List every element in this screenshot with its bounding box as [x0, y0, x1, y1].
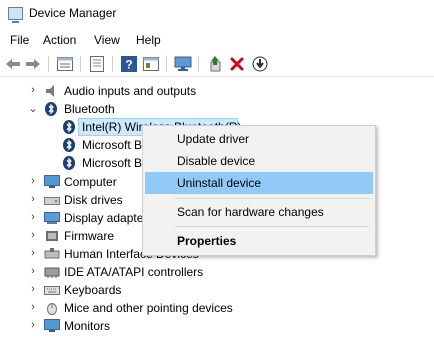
- toolbar-separator: [112, 56, 113, 72]
- menu-item-label: Disable device: [177, 154, 256, 168]
- console-icon[interactable]: [142, 55, 160, 73]
- title-bar: Device Manager: [0, 0, 434, 28]
- bluetooth-icon: [44, 102, 60, 116]
- chevron-right-icon[interactable]: ›: [28, 211, 38, 223]
- update-driver-icon[interactable]: [206, 55, 224, 73]
- menu-view[interactable]: View: [94, 33, 120, 47]
- chevron-right-icon[interactable]: ›: [28, 175, 38, 187]
- menu-update-driver[interactable]: Update driver: [145, 128, 373, 150]
- document-icon[interactable]: [88, 55, 106, 73]
- disk-drive-icon: [44, 193, 60, 207]
- bluetooth-icon: [62, 138, 78, 152]
- chevron-down-icon[interactable]: ⌄: [28, 102, 38, 115]
- tree-item-label: Bluetooth: [64, 102, 115, 116]
- chevron-right-icon[interactable]: ›: [28, 283, 38, 295]
- menu-item-label: Update driver: [177, 132, 250, 146]
- chevron-right-icon[interactable]: ›: [28, 265, 38, 277]
- context-menu: Update driver Disable device Uninstall d…: [142, 125, 376, 256]
- chevron-right-icon[interactable]: ›: [28, 84, 38, 96]
- device-manager-icon: [8, 7, 23, 23]
- chevron-right-icon[interactable]: ›: [28, 229, 38, 241]
- properties-icon[interactable]: [56, 55, 74, 73]
- chevron-right-icon[interactable]: ›: [28, 193, 38, 205]
- menu-item-label: Properties: [177, 234, 237, 248]
- tree-item-keyboards[interactable]: › Keyboards: [0, 281, 434, 299]
- bluetooth-icon: [62, 156, 78, 170]
- firmware-icon: [44, 229, 60, 243]
- menu-separator: [175, 226, 369, 227]
- toolbar: ?: [0, 52, 434, 77]
- menu-item-label: Scan for hardware changes: [177, 205, 324, 219]
- tree-item-label: Disk drives: [64, 193, 123, 207]
- tree-item-label: Display adapters: [64, 211, 154, 225]
- tree-item-ide[interactable]: › IDE ATA/ATAPI controllers: [0, 263, 434, 281]
- tree-item-audio[interactable]: › Audio inputs and outputs: [0, 82, 434, 100]
- tree-item-label: IDE ATA/ATAPI controllers: [64, 265, 204, 279]
- display-adapter-icon: [44, 211, 60, 225]
- window-title: Device Manager: [29, 6, 117, 20]
- menu-scan-hardware[interactable]: Scan for hardware changes: [145, 201, 373, 223]
- speaker-icon: [44, 84, 60, 98]
- menu-action[interactable]: Action: [43, 33, 76, 47]
- uninstall-x-icon[interactable]: [228, 55, 246, 73]
- menu-disable-device[interactable]: Disable device: [145, 150, 373, 172]
- chevron-right-icon[interactable]: ›: [28, 319, 38, 331]
- computer-icon: [44, 175, 60, 189]
- tree-item-label: Computer: [64, 175, 117, 189]
- bluetooth-icon: [62, 120, 78, 134]
- monitor-icon: [44, 319, 60, 333]
- download-arrow-icon[interactable]: [251, 55, 269, 73]
- tree-item-label: Audio inputs and outputs: [64, 84, 197, 98]
- tree-item-label: Firmware: [64, 229, 114, 243]
- keyboard-icon: [44, 283, 60, 297]
- ide-controller-icon: [44, 265, 60, 279]
- toolbar-separator: [48, 56, 49, 72]
- mouse-icon: [44, 301, 60, 315]
- chevron-right-icon[interactable]: ›: [28, 247, 38, 259]
- forward-arrow-icon[interactable]: [24, 55, 42, 73]
- menu-bar: File Action View Help: [0, 30, 434, 50]
- tree-item-label: Monitors: [64, 319, 111, 333]
- menu-properties[interactable]: Properties: [145, 230, 373, 252]
- toolbar-separator: [198, 56, 199, 72]
- tree-item-bluetooth[interactable]: ⌄ Bluetooth: [0, 100, 434, 118]
- menu-file[interactable]: File: [10, 33, 29, 47]
- tree-item-label: Mice and other pointing devices: [64, 301, 233, 315]
- tree-item-monitors[interactable]: › Monitors: [0, 317, 434, 335]
- help-icon[interactable]: ?: [120, 55, 138, 73]
- menu-separator: [175, 198, 369, 199]
- menu-item-label: Uninstall device: [177, 176, 262, 190]
- menu-uninstall-device[interactable]: Uninstall device: [145, 172, 373, 194]
- menu-help[interactable]: Help: [136, 33, 161, 47]
- toolbar-separator: [166, 56, 167, 72]
- back-arrow-icon[interactable]: [4, 55, 22, 73]
- svg-text:?: ?: [125, 58, 132, 72]
- tree-item-mice[interactable]: › Mice and other pointing devices: [0, 299, 434, 317]
- chevron-right-icon[interactable]: ›: [28, 301, 38, 313]
- toolbar-separator: [80, 56, 81, 72]
- tree-item-label: Keyboards: [64, 283, 122, 297]
- monitor-icon[interactable]: [174, 55, 192, 73]
- hid-icon: [44, 247, 60, 261]
